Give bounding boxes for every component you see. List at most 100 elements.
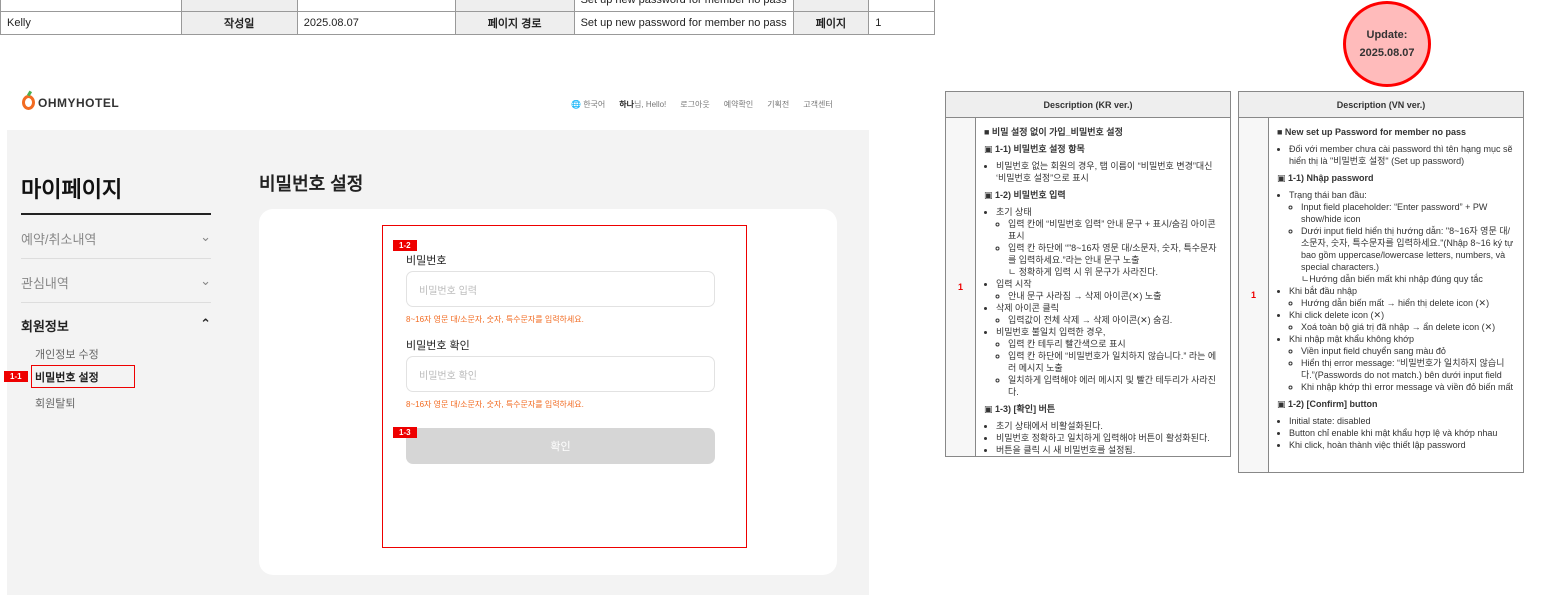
sidebar-sub-withdraw[interactable]: 회원탈퇴: [35, 395, 75, 411]
greeting: 님, Hello!: [634, 100, 667, 109]
password-confirm-label: 비밀번호 확인: [406, 340, 470, 352]
item-text: 초기 상태: [996, 207, 1032, 217]
item-note: ㄴHướng dẫn biến mất khi nhập đúng quy tắ…: [1301, 274, 1483, 284]
item-text: 삭제 아이콘 클릭: [996, 303, 1059, 313]
list-item: Initial state: disabled: [1289, 415, 1515, 427]
list-item: Khi bắt đầu nhậpHướng dẫn biến mất → hiể…: [1289, 285, 1515, 309]
page-title: 비밀번호 설정: [259, 174, 364, 194]
promotion-link[interactable]: 기획전: [767, 99, 789, 110]
item-text: Khi click delete icon (✕): [1289, 310, 1385, 320]
item-text: Dưới input field hiển thị hướng dẫn: "8~…: [1301, 226, 1514, 272]
list-item: 입력 칸 테두리 빨간색으로 표시: [1008, 338, 1222, 350]
update-date: 2025.08.07: [1359, 47, 1415, 59]
list-item: Khi click, hoàn thành việc thiết lập pas…: [1289, 439, 1515, 451]
list-item: 초기 상태에서 비활설화된다.: [996, 420, 1222, 432]
lang-label: 한국어: [583, 100, 606, 109]
section-title: ■ 비밀 설정 없이 가입_비밀번호 설정: [984, 127, 1123, 137]
page-label: 페이지: [792, 11, 870, 35]
password-input[interactable]: 비밀번호 입력: [406, 271, 715, 307]
sidebar-item-reservations[interactable]: 예약/취소내역 ⌄: [21, 229, 211, 248]
section-heading: ▣ 1-3) [확인] 버튼: [984, 404, 1056, 414]
support-link[interactable]: 고객센터: [803, 99, 832, 110]
annotation-box-1-1: [31, 365, 135, 388]
description-header: Description (KR ver.): [946, 92, 1230, 118]
list-item: 입력 시작안내 문구 사라짐 → 삭제 아이콘(✕) 노출: [996, 278, 1222, 302]
logo-text: OHMYHOTEL: [38, 95, 120, 110]
list-item: 입력 칸 하단에 “”8~16자 영문 대/소문자, 숫자, 특수문자를 입력하…: [1008, 242, 1222, 278]
item-text: Trạng thái ban đầu:: [1289, 190, 1367, 200]
sidebar-item-label: 회원정보: [21, 319, 69, 334]
list-item: Button chỉ enable khi mật khẩu hợp lệ và…: [1289, 427, 1515, 439]
description-vn: Description (VN ver.) 1 ■ New set up Pas…: [1238, 91, 1524, 473]
annotation-badge-1-3: 1-3: [393, 427, 417, 438]
list-item: 일치하게 입력해야 에러 메시지 및 빨간 테두리가 사라진다.: [1008, 374, 1222, 398]
list-item: 안내 문구 사라짐 → 삭제 아이콘(✕) 노출: [1008, 290, 1222, 302]
description-kr: Description (KR ver.) 1 ■ 비밀 설정 없이 가입_비밀…: [945, 91, 1231, 457]
list-item: Dưới input field hiển thị hướng dẫn: "8~…: [1301, 225, 1515, 285]
list-item: Khi nhập mật khẩu không khớpViền input f…: [1289, 333, 1515, 393]
sidebar-item-label: 관심내역: [21, 276, 69, 291]
divider: [21, 258, 211, 259]
list-item: Khi nhập khớp thì error message và viền …: [1301, 381, 1515, 393]
date: 2025.08.07: [296, 11, 456, 35]
list-item: 삭제 아이콘 클릭입력값이 전체 삭제 → 삭제 아이콘(✕) 숨김.: [996, 302, 1222, 326]
list-item: 비밀번호 정확하고 일치하게 입력해야 버튼이 활성화된다.: [996, 432, 1222, 444]
section-heading: ▣ 1-1) 비밀번호 설정 항목: [984, 144, 1085, 154]
sidebar-item-member-info[interactable]: 회원정보 ⌃: [21, 316, 211, 335]
list-item: 초기 상태입력 칸에 “비밀번호 입력” 안내 문구 + 표시/숨김 아이콘 표…: [996, 206, 1222, 278]
top-path: Set up new password for member no pass: [573, 0, 794, 12]
logout-link[interactable]: 로그아웃: [680, 99, 709, 110]
password-confirm-placeholder: 비밀번호 확인: [419, 370, 477, 382]
item-text: Khi nhập mật khẩu không khớp: [1289, 334, 1414, 344]
doc-meta-table: Set up new password for member no pass K…: [0, 0, 935, 35]
list-item: 버튼을 클릭 시 새 비밀번호를 설정됨.: [996, 444, 1222, 456]
reservation-link[interactable]: 예약확인: [724, 99, 753, 110]
password-hint: 8~16자 영문 대/소문자, 숫자, 특수문자를 입력하세요.: [406, 315, 584, 324]
section-heading: ▣ 1-2) [Confirm] button: [1277, 399, 1378, 409]
section-title: ■ New set up Password for member no pass: [1277, 127, 1466, 137]
author: Kelly: [0, 11, 182, 35]
password-placeholder: 비밀번호 입력: [419, 285, 477, 297]
list-item: Input field placeholder: “Enter password…: [1301, 201, 1515, 225]
row-number: 1: [1239, 118, 1269, 472]
password-confirm-input[interactable]: 비밀번호 확인: [406, 356, 715, 392]
list-item: Đối với member chưa cài password thì tên…: [1289, 143, 1515, 167]
list-item: Hướng dẫn biến mất → hiển thị delete ico…: [1301, 297, 1515, 309]
list-item: 비밀번호 없는 회원의 경우, 탭 이름이 “비밀번호 변경”대신 ‘비밀번호 …: [996, 160, 1222, 184]
password-confirm-hint: 8~16자 영문 대/소문자, 숫자, 특수문자를 입력하세요.: [406, 400, 584, 409]
orange-logo-icon: [22, 95, 35, 110]
user-greeting: 하나님, Hello!: [619, 99, 666, 110]
row-number: 1: [946, 118, 976, 456]
list-item: Xoá toàn bộ giá trị đã nhập → ẩn delete …: [1301, 321, 1515, 333]
update-label: Update:: [1366, 29, 1408, 41]
divider: [21, 302, 211, 303]
user-name: 하나: [619, 100, 635, 109]
logo[interactable]: OHMYHOTEL: [22, 95, 119, 110]
path: Set up new password for member no pass: [573, 11, 794, 35]
language-selector[interactable]: 🌐 한국어: [571, 99, 605, 110]
list-item: Khi click delete icon (✕)Xoá toàn bộ giá…: [1289, 309, 1515, 333]
item-text: Khi bắt đầu nhập: [1289, 286, 1358, 296]
annotation-badge-1-1: 1-1: [4, 371, 28, 382]
sidebar-item-label: 예약/취소내역: [21, 232, 97, 247]
section-heading: ▣ 1-1) Nhập password: [1277, 173, 1374, 183]
list-item: 입력 칸에 “비밀번호 입력” 안내 문구 + 표시/숨김 아이콘 표시: [1008, 218, 1222, 242]
sidebar-sub-edit-profile[interactable]: 개인정보 수정: [35, 346, 99, 362]
annotation-badge-1-2: 1-2: [393, 240, 417, 251]
sidebar-item-wishlist[interactable]: 관심내역 ⌄: [21, 273, 211, 292]
mypage-title: 마이페이지: [21, 177, 123, 202]
list-item: Trạng thái ban đầu:Input field placehold…: [1289, 189, 1515, 285]
chevron-down-icon: ⌄: [200, 273, 211, 288]
item-note: ㄴ 정확하게 입력 시 위 문구가 사라진다.: [1008, 267, 1158, 277]
divider: [21, 213, 211, 215]
list-item: 입력값이 전체 삭제 → 삭제 아이콘(✕) 숨김.: [1008, 314, 1222, 326]
date-label: 작성일: [180, 11, 298, 35]
update-badge: Update: 2025.08.07: [1343, 1, 1431, 87]
confirm-button[interactable]: 확인: [406, 428, 715, 464]
list-item: Hiển thị error message: “비밀번호가 일치하지 않습니다…: [1301, 357, 1515, 381]
list-item: Viền input field chuyển sang màu đỏ: [1301, 345, 1515, 357]
chevron-down-icon: ⌄: [200, 229, 211, 244]
password-label: 비밀번호: [406, 255, 447, 267]
item-text: 비밀번호 불일치 입력한 경우,: [996, 327, 1106, 337]
path-label: 페이지 경로: [454, 11, 575, 35]
